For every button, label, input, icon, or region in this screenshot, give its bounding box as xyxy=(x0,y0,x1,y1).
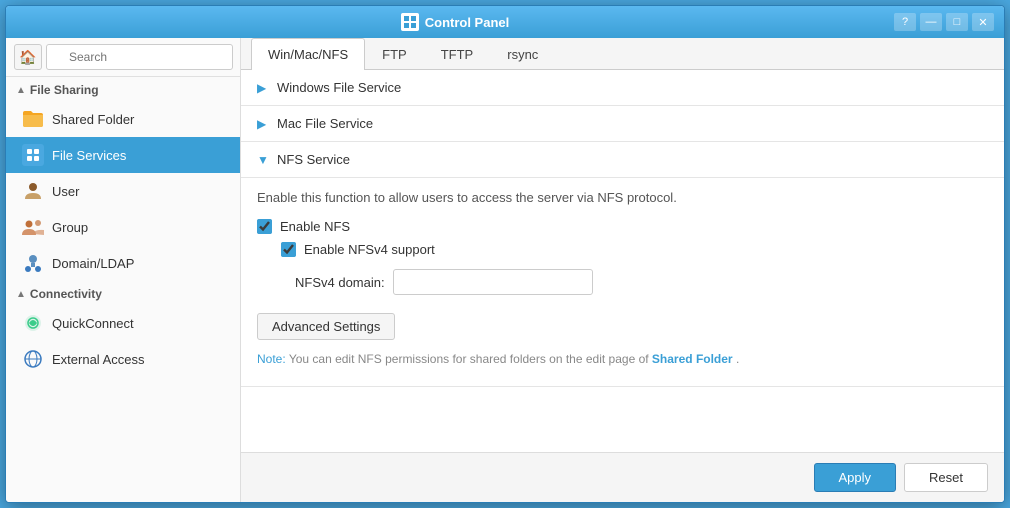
help-button[interactable]: ? xyxy=(894,13,916,31)
sidebar-item-label: Shared Folder xyxy=(52,112,134,127)
enable-nfsv4-row: Enable NFSv4 support xyxy=(257,238,988,261)
domain-icon xyxy=(22,252,44,274)
sidebar-search-bar: 🏠 🔍 xyxy=(6,38,240,77)
sidebar-item-group[interactable]: Group xyxy=(6,209,240,245)
reset-button[interactable]: Reset xyxy=(904,463,988,492)
nfs-expanded-content: Enable this function to allow users to a… xyxy=(241,178,1004,387)
content-area: Win/Mac/NFS FTP TFTP rsync ▶ Windows Fil… xyxy=(241,38,1004,502)
sidebar-section-label: Connectivity xyxy=(30,287,102,301)
content-scroll: ▶ Windows File Service ▶ Mac File Servic… xyxy=(241,70,1004,452)
title-bar: Control Panel ? — □ ✕ xyxy=(6,6,1004,38)
nfs-service-section[interactable]: ▼ NFS Service xyxy=(241,142,1004,178)
close-button[interactable]: ✕ xyxy=(972,13,994,31)
enable-nfs-label[interactable]: Enable NFS xyxy=(280,219,350,234)
minimize-button[interactable]: — xyxy=(920,13,942,31)
tabs-bar: Win/Mac/NFS FTP TFTP rsync xyxy=(241,38,1004,70)
sidebar-item-domain-ldap[interactable]: Domain/LDAP xyxy=(6,245,240,281)
mac-file-service-title: Mac File Service xyxy=(277,116,373,131)
sidebar-section-label: File Sharing xyxy=(30,83,99,97)
sidebar-section-file-sharing[interactable]: ▲ File Sharing xyxy=(6,77,240,101)
sidebar: 🏠 🔍 ▲ File Sharing Shared Folder xyxy=(6,38,241,502)
maximize-button[interactable]: □ xyxy=(946,13,968,31)
window-title: Control Panel xyxy=(425,15,510,30)
search-wrapper: 🔍 xyxy=(46,44,233,70)
group-icon xyxy=(22,216,44,238)
windows-file-service-title: Windows File Service xyxy=(277,80,401,95)
main-content: 🏠 🔍 ▲ File Sharing Shared Folder xyxy=(6,38,1004,502)
tab-tftp[interactable]: TFTP xyxy=(424,38,491,70)
control-panel-window: Control Panel ? — □ ✕ 🏠 🔍 ▲ File Sharing xyxy=(5,5,1005,503)
apply-button[interactable]: Apply xyxy=(814,463,897,492)
chevron-down-icon: ▲ xyxy=(16,289,26,300)
note-text: You can edit NFS permissions for shared … xyxy=(289,352,652,366)
sidebar-item-shared-folder[interactable]: Shared Folder xyxy=(6,101,240,137)
folder-icon xyxy=(22,108,44,130)
external-access-icon xyxy=(22,348,44,370)
note-label: Note: xyxy=(257,352,286,366)
tab-win-mac-nfs[interactable]: Win/Mac/NFS xyxy=(251,38,365,70)
enable-nfsv4-label[interactable]: Enable NFSv4 support xyxy=(304,242,435,257)
note-suffix: . xyxy=(736,352,739,366)
quickconnect-icon xyxy=(22,312,44,334)
sidebar-item-label: External Access xyxy=(52,352,145,367)
sidebar-item-label: Group xyxy=(52,220,88,235)
nfsv4-domain-label: NFSv4 domain: xyxy=(295,275,385,290)
sidebar-section-connectivity[interactable]: ▲ Connectivity xyxy=(6,281,240,305)
sidebar-item-label: File Services xyxy=(52,148,126,163)
footer: Apply Reset xyxy=(241,452,1004,502)
enable-nfsv4-checkbox[interactable] xyxy=(281,242,296,257)
note-row: Note: You can edit NFS permissions for s… xyxy=(257,340,988,370)
shared-folder-link[interactable]: Shared Folder xyxy=(652,352,733,366)
app-icon xyxy=(401,13,419,31)
user-icon xyxy=(22,180,44,202)
sidebar-item-label: QuickConnect xyxy=(52,316,134,331)
nfsv4-domain-row: NFSv4 domain: xyxy=(257,261,988,299)
advanced-settings-button[interactable]: Advanced Settings xyxy=(257,313,395,340)
nfs-description: Enable this function to allow users to a… xyxy=(257,178,988,215)
search-input[interactable] xyxy=(46,44,233,70)
mac-file-service-section[interactable]: ▶ Mac File Service xyxy=(241,106,1004,142)
sidebar-item-user[interactable]: User xyxy=(6,173,240,209)
sidebar-item-label: User xyxy=(52,184,79,199)
title-bar-controls: ? — □ ✕ xyxy=(894,13,994,31)
title-bar-left: Control Panel xyxy=(16,13,894,31)
sidebar-item-file-services[interactable]: File Services xyxy=(6,137,240,173)
sidebar-item-quickconnect[interactable]: QuickConnect xyxy=(6,305,240,341)
nfsv4-domain-input[interactable] xyxy=(393,269,593,295)
windows-file-service-section[interactable]: ▶ Windows File Service xyxy=(241,70,1004,106)
sidebar-item-external-access[interactable]: External Access xyxy=(6,341,240,377)
chevron-down-icon: ▼ xyxy=(257,153,271,167)
enable-nfs-row: Enable NFS xyxy=(257,215,988,238)
home-button[interactable]: 🏠 xyxy=(14,44,42,70)
file-services-icon xyxy=(22,144,44,166)
tab-rsync[interactable]: rsync xyxy=(490,38,555,70)
chevron-right-icon: ▶ xyxy=(257,117,271,131)
enable-nfs-checkbox[interactable] xyxy=(257,219,272,234)
chevron-down-icon: ▲ xyxy=(16,85,26,96)
sidebar-item-label: Domain/LDAP xyxy=(52,256,134,271)
nfs-service-title: NFS Service xyxy=(277,152,350,167)
tab-ftp[interactable]: FTP xyxy=(365,38,424,70)
chevron-right-icon: ▶ xyxy=(257,81,271,95)
